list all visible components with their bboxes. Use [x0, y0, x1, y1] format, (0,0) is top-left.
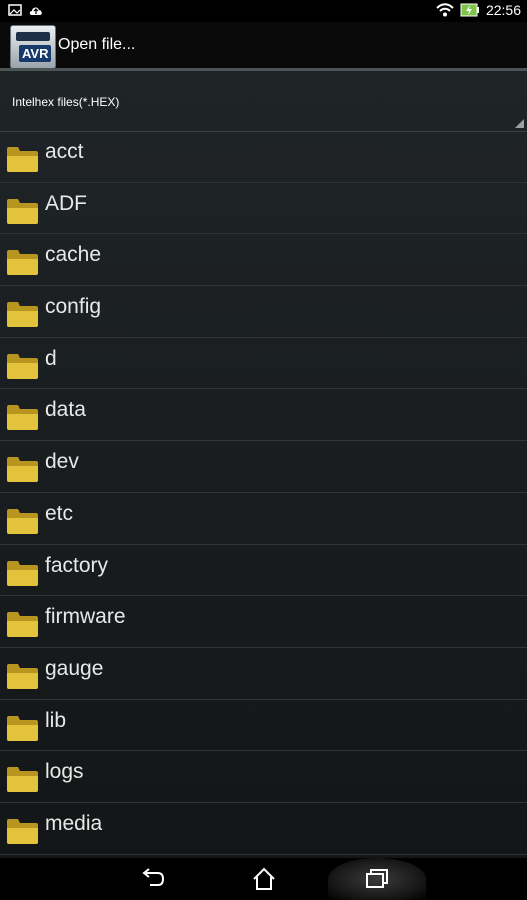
folder-icon	[7, 663, 38, 689]
list-item-label: logs	[45, 760, 84, 784]
folder-icon	[7, 147, 38, 172]
folder-icon	[7, 250, 38, 276]
list-item[interactable]: logs	[0, 751, 527, 803]
list-item-label: firmware	[45, 605, 126, 629]
list-item[interactable]: acct	[0, 131, 527, 183]
list-item[interactable]: data	[0, 389, 527, 442]
list-item[interactable]: media	[0, 803, 527, 855]
folder-icon	[7, 612, 38, 638]
list-item[interactable]: lib	[0, 700, 527, 752]
folder-icon	[7, 457, 38, 483]
list-item[interactable]: cache	[0, 234, 527, 287]
list-item-label: d	[45, 346, 57, 370]
file-type-selected: Intelhex files(*.HEX)	[12, 95, 120, 109]
file-browser: Intelhex files(*.HEX) acct ADF cache con…	[0, 71, 527, 858]
file-type-spinner[interactable]: Intelhex files(*.HEX)	[0, 71, 527, 132]
cloud-icon	[29, 7, 42, 15]
status-bar: 22:56	[0, 0, 527, 22]
navigation-bar	[0, 858, 527, 900]
list-item[interactable]: ADF	[0, 183, 527, 235]
list-item-label: dev	[45, 450, 79, 474]
list-item[interactable]: gauge	[0, 648, 527, 700]
list-item-label: config	[45, 295, 102, 319]
battery-charging-icon	[460, 3, 479, 17]
list-item-label: lib	[45, 708, 67, 732]
list-item-label: gauge	[45, 656, 104, 680]
list-item-label: data	[45, 398, 86, 422]
page-title: Open file...	[58, 36, 136, 53]
back-icon[interactable]	[138, 865, 166, 893]
folder-icon	[7, 405, 38, 431]
app-icon[interactable]: AVR	[10, 25, 56, 69]
list-item[interactable]: dev	[0, 441, 527, 493]
spinner-arrow-icon	[515, 119, 524, 128]
folder-icon	[7, 560, 38, 586]
image-icon	[8, 4, 22, 16]
list-item-label: etc	[45, 501, 74, 525]
list-item-label: factory	[45, 553, 109, 577]
list-item[interactable]: factory	[0, 545, 527, 597]
folder-icon	[7, 508, 38, 534]
list-item[interactable]: config	[0, 286, 527, 338]
list-item-label: acct	[45, 140, 84, 163]
file-list: acct ADF cache config d data dev etc fac…	[0, 131, 527, 855]
app-icon-label: AVR	[19, 45, 52, 62]
list-item-label: cache	[45, 243, 102, 267]
list-item[interactable]: etc	[0, 493, 527, 545]
home-icon[interactable]	[250, 865, 278, 893]
folder-icon	[7, 818, 38, 844]
list-item[interactable]: d	[0, 338, 527, 390]
folder-icon	[7, 302, 38, 328]
folder-icon	[7, 353, 38, 379]
list-item-label: ADF	[45, 191, 87, 215]
chip-graphic	[16, 32, 50, 41]
folder-icon	[7, 198, 38, 224]
folder-icon	[7, 715, 38, 741]
folder-icon	[7, 767, 38, 793]
recent-apps-icon[interactable]	[363, 865, 391, 893]
list-item-label: media	[45, 811, 103, 835]
list-item[interactable]: firmware	[0, 596, 527, 648]
wifi-icon	[436, 3, 454, 17]
clock: 22:56	[485, 2, 521, 18]
